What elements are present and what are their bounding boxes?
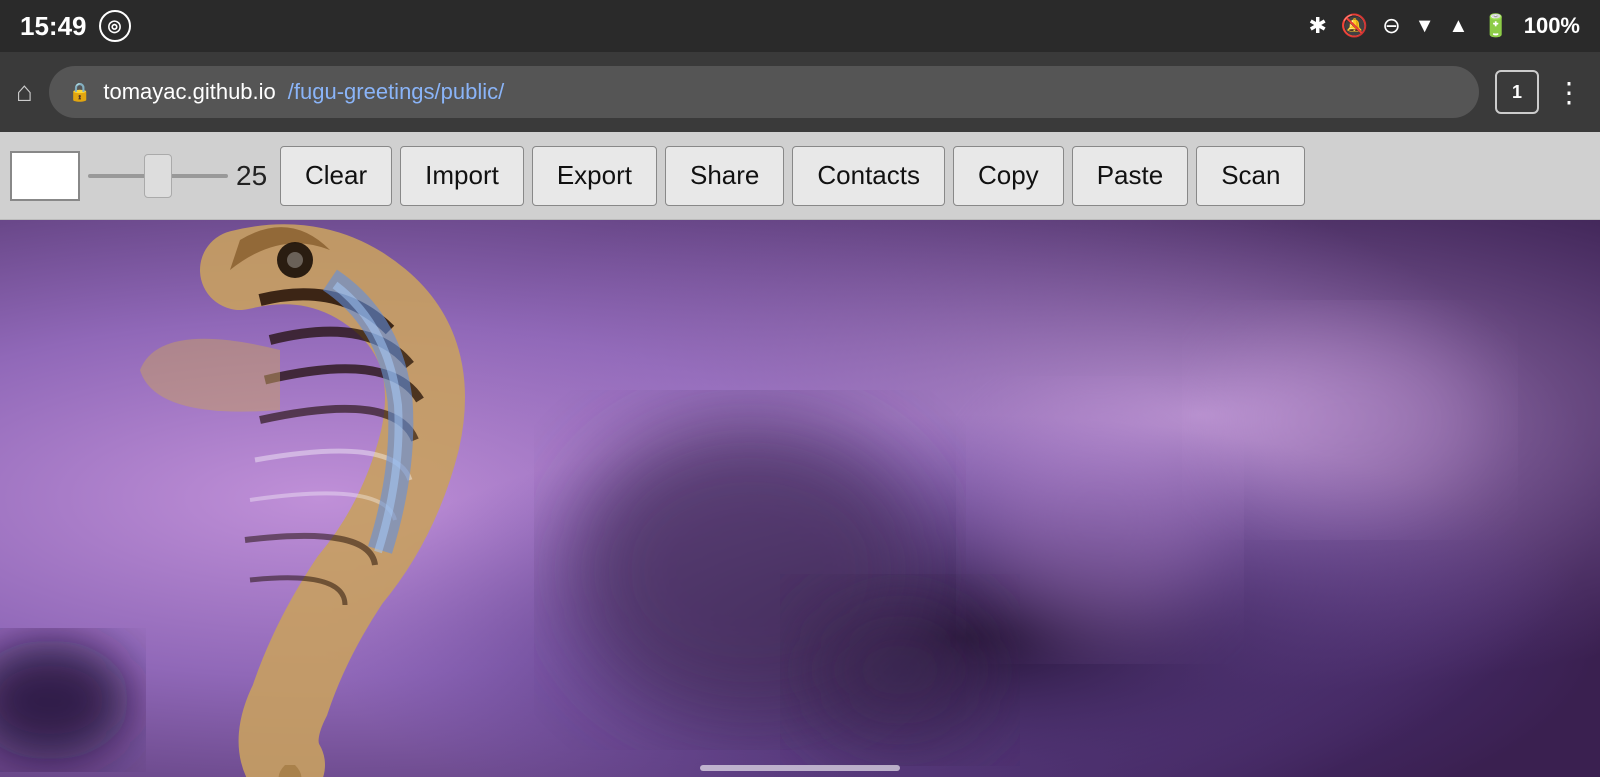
slider-value: 25	[236, 160, 272, 192]
slider-container	[88, 174, 228, 178]
copy-button[interactable]: Copy	[953, 146, 1064, 206]
toolbar: 25 Clear Import Export Share Contacts Co…	[0, 132, 1600, 220]
home-bar	[700, 765, 900, 771]
address-pill[interactable]: 🔒 tomayac.github.io /fugu-greetings/publ…	[49, 66, 1479, 118]
battery-icon: 🔋	[1482, 13, 1509, 39]
lock-icon: 🔒	[69, 82, 91, 103]
battery-percent: 100%	[1524, 13, 1580, 39]
fish-image	[0, 220, 1600, 777]
dnd-icon: ⊖	[1382, 13, 1400, 39]
main-content[interactable]	[0, 220, 1600, 777]
status-bar: 15:49 ◎ ✱ 🔕 ⊖ ▼ ▲ 🔋 100%	[0, 0, 1600, 52]
share-button[interactable]: Share	[665, 146, 784, 206]
status-left: 15:49 ◎	[20, 10, 131, 42]
clear-button[interactable]: Clear	[280, 146, 392, 206]
tab-count-button[interactable]: 1	[1495, 70, 1539, 114]
slider-thumb[interactable]	[144, 154, 172, 198]
signal-icon: ▲	[1449, 15, 1469, 38]
address-bar-row: ⌂ 🔒 tomayac.github.io /fugu-greetings/pu…	[0, 52, 1600, 132]
more-menu-button[interactable]: ⋮	[1555, 76, 1584, 109]
pocket-icon: ◎	[99, 10, 131, 42]
color-swatch[interactable]	[10, 151, 80, 201]
scan-button[interactable]: Scan	[1196, 146, 1305, 206]
status-right: ✱ 🔕 ⊖ ▼ ▲ 🔋 100%	[1308, 13, 1580, 39]
paste-button[interactable]: Paste	[1072, 146, 1189, 206]
url-path: /fugu-greetings/public/	[288, 79, 504, 105]
wifi-icon: ▼	[1415, 15, 1435, 38]
bluetooth-icon: ✱	[1308, 13, 1326, 39]
export-button[interactable]: Export	[532, 146, 657, 206]
brush-size-slider[interactable]	[88, 174, 228, 178]
contacts-button[interactable]: Contacts	[792, 146, 945, 206]
time-display: 15:49	[20, 11, 87, 42]
import-button[interactable]: Import	[400, 146, 524, 206]
home-button[interactable]: ⌂	[16, 76, 33, 108]
url-base: tomayac.github.io	[103, 79, 275, 105]
mute-icon: 🔕	[1341, 13, 1368, 39]
